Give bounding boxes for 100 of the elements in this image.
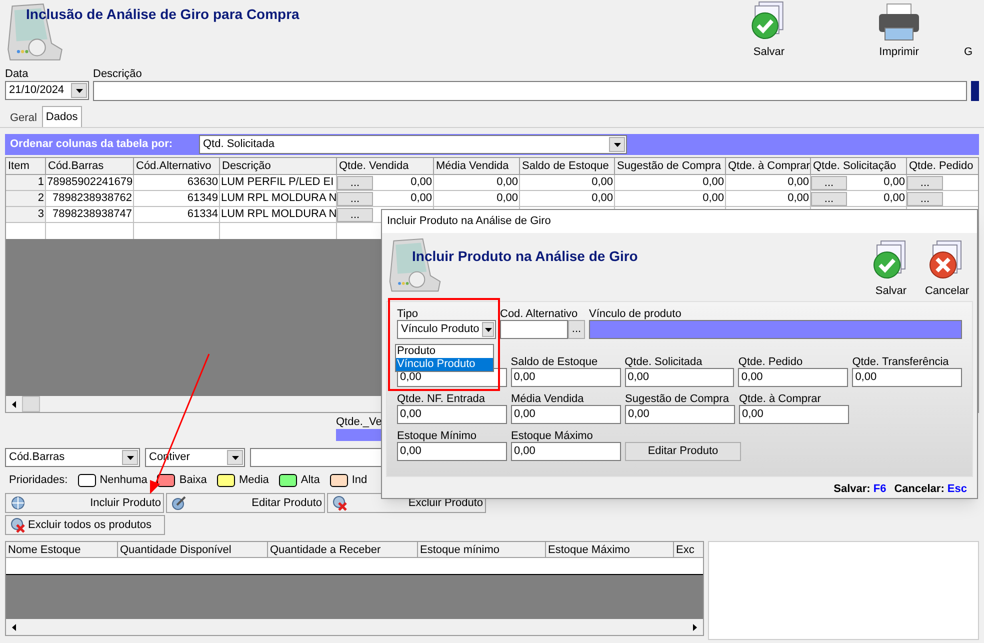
table-cell-text: 0,00: [590, 175, 614, 190]
delete-icon: [332, 495, 348, 511]
tab[interactable]: Geral: [5, 109, 42, 127]
caret-icon: [232, 456, 238, 460]
caret-icon: [484, 328, 492, 332]
toolbar-button[interactable]: G: [964, 0, 984, 66]
ellipsis-button[interactable]: ...: [337, 192, 373, 206]
table-cell-text: 3: [36, 207, 45, 222]
ellipsis-button[interactable]: ...: [337, 208, 373, 222]
filter-field-select[interactable]: Cód.Barras: [5, 448, 140, 467]
caret-icon: [126, 456, 134, 460]
dropdown-list[interactable]: Produto Vínculo Produto: [395, 344, 494, 372]
ellipsis-button[interactable]: ...: [907, 192, 943, 206]
table-cell-text: 0,00: [702, 191, 725, 206]
action-button[interactable]: Excluir todos os produtos: [5, 515, 165, 535]
field-label: Qtde. à Comprar: [739, 392, 822, 405]
shortcut-hint: Salvar: F6: [834, 482, 886, 497]
edit-product-button[interactable]: Editar Produto: [625, 442, 741, 461]
table-cell-text: 63630: [186, 175, 219, 190]
dropdown-option[interactable]: Vínculo Produto: [396, 358, 493, 371]
caret-icon: [614, 142, 620, 146]
field-label: Qtde. Transferência: [852, 355, 950, 368]
ellipsis-button[interactable]: ...: [811, 192, 847, 206]
field-label: Qtde. Pedido: [738, 355, 804, 368]
sort-select[interactable]: Qtd. Solicitada: [199, 135, 627, 154]
ellipsis-button[interactable]: ...: [337, 176, 373, 190]
toolbar-button[interactable]: Imprimir: [834, 0, 964, 66]
table-cell-text: 0,00: [496, 175, 519, 190]
field-label: Vínculo de produto: [589, 307, 682, 320]
ellipsis-button[interactable]: ...: [811, 176, 847, 190]
tab[interactable]: Dados: [42, 106, 82, 127]
priority-label: Media: [238, 473, 269, 488]
priority-label: Ind: [352, 473, 368, 488]
scroll-left-icon: [12, 400, 16, 408]
table-cell-text: 7898238938747: [51, 207, 133, 222]
field-label: Tipo: [397, 307, 419, 320]
horizontal-scrollbar[interactable]: [6, 619, 703, 635]
input-field[interactable]: 0,00: [397, 442, 507, 461]
table-cell-text: 0,00: [410, 191, 433, 206]
scroll-left-icon: [12, 624, 16, 630]
scrollbar-thumb[interactable]: [22, 396, 40, 412]
table-cell-text: 7898238938762: [51, 191, 133, 206]
table-cell-text: 0,00: [702, 175, 725, 190]
input-field[interactable]: 0,00: [739, 405, 849, 424]
table-cell: 78985902241679: [46, 175, 133, 190]
sort-label: Ordenar colunas da tabela por:: [9, 137, 174, 152]
summary-bar: [336, 429, 382, 441]
input-field[interactable]: 0,00: [852, 368, 962, 387]
table-cell-text: 0,00: [786, 175, 810, 190]
caret-icon: [76, 88, 82, 92]
input-field[interactable]: [500, 320, 568, 339]
dropdown-option[interactable]: Produto: [396, 345, 493, 358]
input-field[interactable]: 0,00: [511, 442, 621, 461]
table-cell-text: 0,00: [882, 191, 906, 206]
product-link-field[interactable]: [589, 320, 962, 339]
table-cell-text: 2: [36, 191, 45, 206]
shortcut-hint: Cancelar: Esc: [894, 482, 967, 497]
tipo-select[interactable]: Vínculo Produto: [397, 320, 496, 339]
field-label: Sugestão de Compra: [625, 392, 730, 405]
input-field[interactable]: 0,00: [397, 405, 507, 424]
dialog-button[interactable]: Salvar: [865, 233, 917, 301]
priority-label: Nenhuma: [100, 473, 148, 488]
field-label: Média Vendida: [511, 392, 585, 405]
priorities-label: Prioridades:: [9, 473, 68, 488]
dialog-heading: Incluir Produto na Análise de Giro: [412, 247, 638, 264]
field-label: Descrição: [93, 67, 143, 81]
field-label: Qtde. Solicitada: [624, 355, 704, 368]
globe-icon: [10, 495, 26, 511]
input-field[interactable]: 0,00: [738, 368, 848, 387]
input-field[interactable]: 0,00: [625, 405, 735, 424]
description-field[interactable]: [93, 81, 968, 101]
input-field[interactable]: 0,00: [510, 368, 621, 387]
field-label: Estoque Máximo: [511, 429, 594, 442]
field-label: Data: [5, 67, 30, 81]
table-cell-text: 0,00: [496, 191, 519, 206]
table-cell-text: 1: [36, 175, 45, 190]
input-field[interactable]: 0,00: [624, 368, 734, 387]
field-label: Qtde. NF. Entrada: [397, 392, 486, 405]
field-label: Saldo de Estoque: [510, 355, 599, 368]
scroll-right-icon: [693, 624, 697, 630]
delete-icon: [10, 517, 26, 533]
dialog-button[interactable]: Cancelar: [921, 233, 973, 301]
side-indicator: [971, 81, 979, 101]
ellipsis-button[interactable]: ...: [907, 176, 943, 190]
table-cell-text: 0,00: [410, 175, 433, 190]
ellipsis-button[interactable]: ...: [568, 320, 585, 339]
table-cell-text: 61334: [186, 207, 219, 222]
table-cell: LUM RPL MOLDURA N: [220, 207, 336, 222]
action-button[interactable]: Incluir Produto: [5, 493, 164, 513]
window-title: Inclusão de Análise de Giro para Compra: [26, 5, 300, 22]
date-picker[interactable]: 21/10/2024: [5, 81, 89, 100]
table-cell-text: 0,00: [590, 191, 614, 206]
priority-label: Alta: [300, 473, 320, 488]
summary-label: Qtde._Ve: [336, 416, 382, 429]
field-label: Estoque Mínimo: [397, 429, 478, 442]
action-button[interactable]: Editar Produto: [166, 493, 325, 513]
table-cell-text: 0,00: [882, 175, 906, 190]
input-field[interactable]: 0,00: [511, 405, 621, 424]
toolbar-button[interactable]: Salvar: [704, 0, 834, 66]
edit-icon: [171, 495, 187, 511]
